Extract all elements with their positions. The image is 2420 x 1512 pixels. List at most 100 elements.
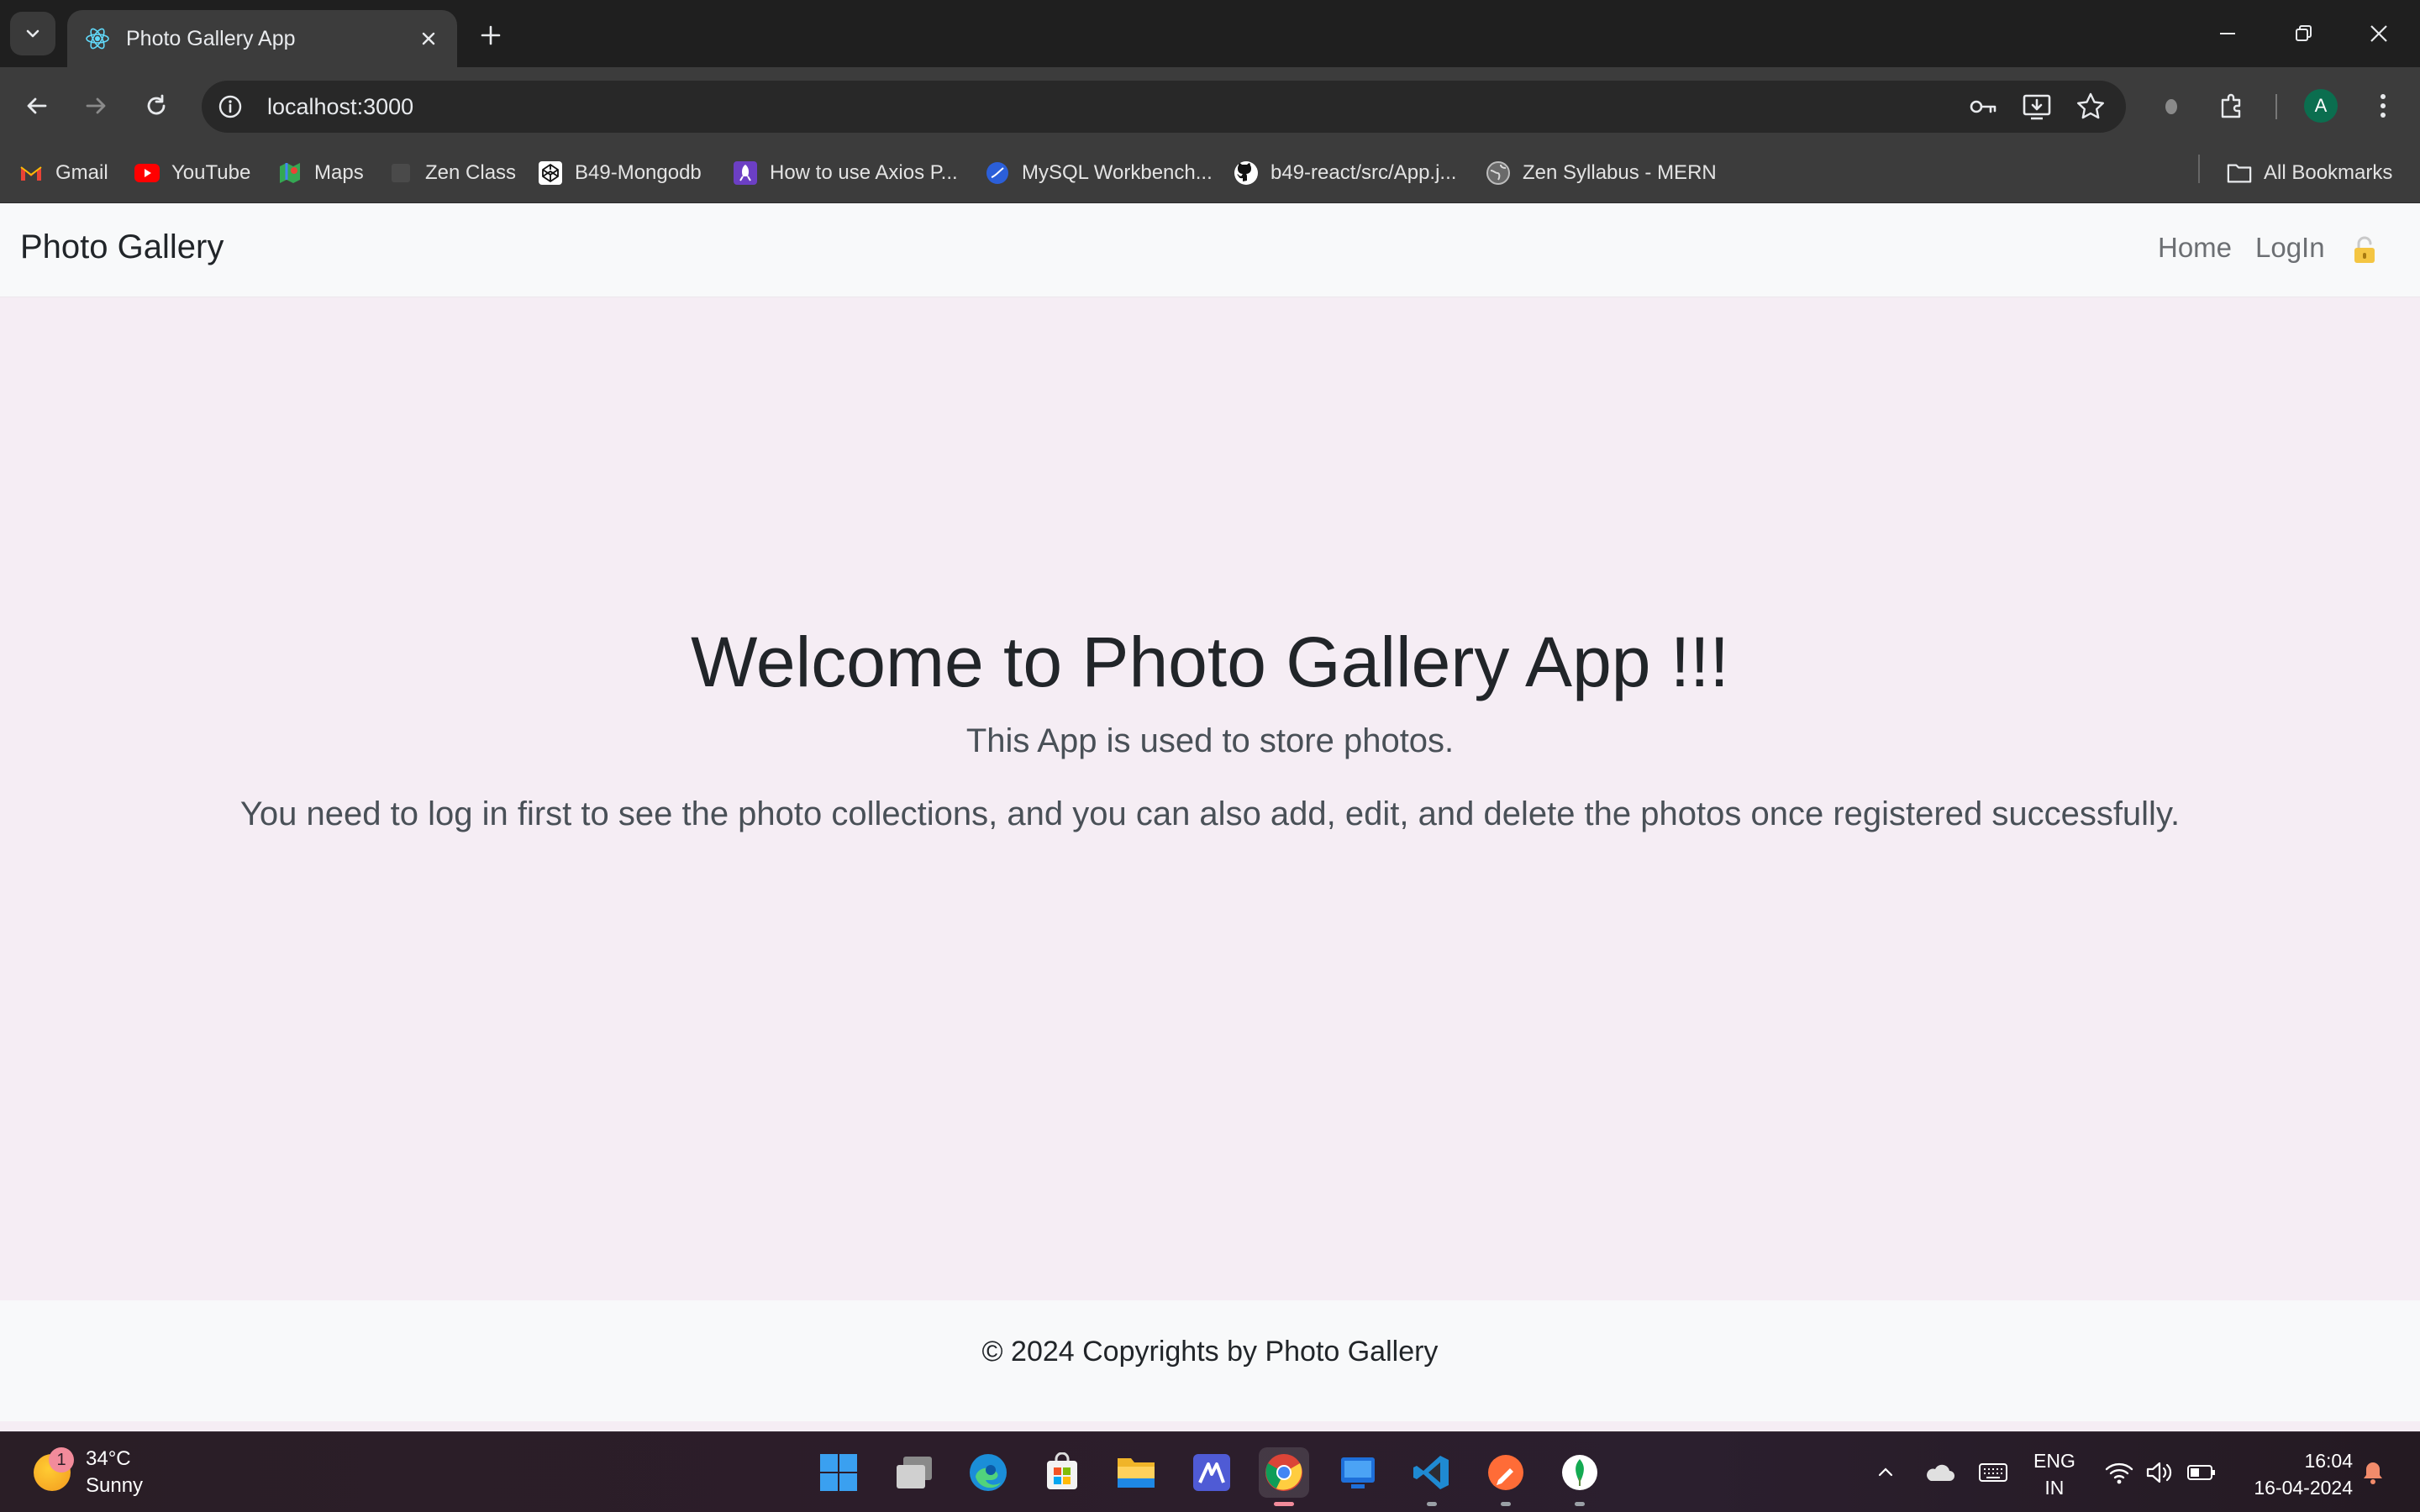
nav-link-login[interactable]: LogIn xyxy=(2255,232,2325,264)
system-clock[interactable]: 16:04 16-04-2024 xyxy=(2235,1447,2353,1501)
taskbar-remote-desktop[interactable] xyxy=(1333,1447,1383,1498)
sun-icon: 1 xyxy=(34,1447,74,1491)
volume-icon[interactable] xyxy=(2141,1456,2178,1489)
minimize-button[interactable] xyxy=(2190,10,2265,57)
extension-icon[interactable] xyxy=(2151,86,2191,126)
kebab-menu-icon xyxy=(2381,94,2386,118)
extensions-puzzle-icon[interactable] xyxy=(2212,86,2252,126)
hero-description: You need to log in first to see the phot… xyxy=(239,795,2181,833)
weather-temp: 34°C xyxy=(86,1447,131,1470)
all-bookmarks-button[interactable]: All Bookmarks xyxy=(2227,156,2392,190)
language-line2: IN xyxy=(2044,1477,2065,1499)
postman-icon xyxy=(1488,1455,1523,1490)
running-indicator xyxy=(1501,1502,1511,1506)
bookmark-label: How to use Axios P... xyxy=(770,161,958,184)
bookmark-b49-mongodb[interactable]: B49-Mongodb xyxy=(538,156,702,190)
weather-condition: Sunny xyxy=(86,1474,144,1497)
browser-tab[interactable]: Photo Gallery App xyxy=(67,10,457,67)
vscode-icon xyxy=(1413,1456,1449,1489)
rocket-icon xyxy=(733,160,758,186)
back-button[interactable] xyxy=(17,86,57,126)
bookmark-zen-syllabus[interactable]: Zen Syllabus - MERN xyxy=(1486,156,1717,190)
github-icon xyxy=(1234,160,1259,186)
active-indicator xyxy=(1274,1502,1294,1506)
address-bar[interactable]: localhost:3000 xyxy=(202,81,2126,133)
browser-menu-button[interactable] xyxy=(2363,86,2403,126)
edge-icon xyxy=(970,1454,1007,1491)
wifi-icon[interactable] xyxy=(2101,1456,2138,1489)
bookmark-mysql-workbench[interactable]: MySQL Workbench... xyxy=(985,156,1213,190)
app-footer: © 2024 Copyrights by Photo Gallery xyxy=(0,1300,2420,1421)
running-indicator xyxy=(1427,1502,1437,1506)
tab-search-button[interactable] xyxy=(10,12,55,55)
remote-desktop-icon xyxy=(1341,1457,1375,1488)
avatar: A xyxy=(2304,89,2338,123)
bookmark-axios[interactable]: How to use Axios P... xyxy=(733,156,958,190)
bookmark-label: b49-react/src/App.j... xyxy=(1270,161,1457,184)
url-text[interactable]: localhost:3000 xyxy=(267,94,1965,120)
onedrive-icon[interactable] xyxy=(1921,1456,1958,1489)
close-window-button[interactable] xyxy=(2341,10,2417,57)
bookmark-gmail[interactable]: Gmail xyxy=(18,156,108,190)
bookmark-label: MySQL Workbench... xyxy=(1022,161,1213,184)
language-indicator[interactable]: ENG IN xyxy=(2033,1447,2075,1501)
show-hidden-icons-button[interactable] xyxy=(1869,1456,1902,1489)
install-app-icon[interactable] xyxy=(2018,88,2055,125)
mongodb-icon xyxy=(1562,1455,1597,1490)
taskbar-edge[interactable] xyxy=(963,1447,1013,1498)
keyboard-icon[interactable] xyxy=(1975,1456,2012,1489)
nav-link-home[interactable]: Home xyxy=(2158,232,2232,264)
bookmark-label: B49-Mongodb xyxy=(575,161,702,184)
taskbar-postman[interactable] xyxy=(1481,1447,1531,1506)
forward-button[interactable] xyxy=(76,86,116,126)
browser-tab-strip: Photo Gallery App xyxy=(0,0,2420,67)
taskbar-store[interactable] xyxy=(1037,1447,1087,1498)
hero-section: Welcome to Photo Gallery App !!! This Ap… xyxy=(0,623,2420,833)
start-button[interactable] xyxy=(813,1447,864,1498)
unlock-icon[interactable] xyxy=(2349,235,2380,265)
notification-bell-icon[interactable] xyxy=(2354,1456,2391,1489)
bookmark-star-icon[interactable] xyxy=(2072,88,2109,125)
bookmark-label: YouTube xyxy=(171,161,251,184)
navbar-brand[interactable]: Photo Gallery xyxy=(20,228,224,266)
profile-button[interactable]: A xyxy=(2301,86,2341,126)
bookmark-maps[interactable]: Maps xyxy=(277,156,364,190)
site-info-icon[interactable] xyxy=(215,92,245,122)
plus-icon xyxy=(481,25,501,45)
taskbar-app-m[interactable] xyxy=(1186,1447,1237,1498)
password-key-icon[interactable] xyxy=(1965,88,2002,125)
restore-icon xyxy=(2296,25,2312,41)
windows-logo-icon xyxy=(820,1454,857,1491)
restore-button[interactable] xyxy=(2265,10,2341,57)
clock-date: 16-04-2024 xyxy=(2254,1477,2353,1499)
bookmarks-bar: Gmail YouTube Maps Zen Class B49-Mongodb… xyxy=(0,144,2420,203)
taskbar-mongodb-compass[interactable] xyxy=(1555,1447,1605,1506)
reload-button[interactable] xyxy=(136,86,176,126)
close-tab-icon[interactable] xyxy=(417,27,440,50)
page-title: Welcome to Photo Gallery App !!! xyxy=(691,622,1729,701)
react-icon xyxy=(86,28,109,50)
youtube-icon xyxy=(134,160,160,186)
mysql-icon xyxy=(985,160,1010,186)
bookmark-zen-class[interactable]: Zen Class xyxy=(388,156,516,190)
bookmark-youtube[interactable]: YouTube xyxy=(134,156,250,190)
all-bookmarks-label: All Bookmarks xyxy=(2264,161,2393,184)
running-indicator xyxy=(1575,1502,1585,1506)
new-tab-button[interactable] xyxy=(472,17,509,54)
battery-icon[interactable] xyxy=(2183,1456,2220,1489)
task-view-button[interactable] xyxy=(889,1447,939,1498)
store-icon xyxy=(1047,1452,1077,1489)
clock-time: 16:04 xyxy=(2304,1450,2353,1472)
weather-widget[interactable]: 1 34°C Sunny xyxy=(34,1446,143,1499)
taskbar-chrome[interactable] xyxy=(1259,1447,1309,1506)
bookmark-github-app[interactable]: b49-react/src/App.j... xyxy=(1234,156,1456,190)
bookmark-label: Maps xyxy=(314,161,364,184)
toolbar-divider xyxy=(2275,94,2277,119)
taskbar-vscode[interactable] xyxy=(1407,1447,1457,1506)
hero-subtitle: This App is used to store photos. xyxy=(965,722,1455,760)
taskbar-file-explorer[interactable] xyxy=(1111,1447,1161,1498)
bookmark-label: Zen Class xyxy=(425,161,517,184)
reload-icon xyxy=(147,94,166,115)
bookmark-label: Zen Syllabus - MERN xyxy=(1523,161,1717,184)
globe-icon xyxy=(1486,160,1511,186)
